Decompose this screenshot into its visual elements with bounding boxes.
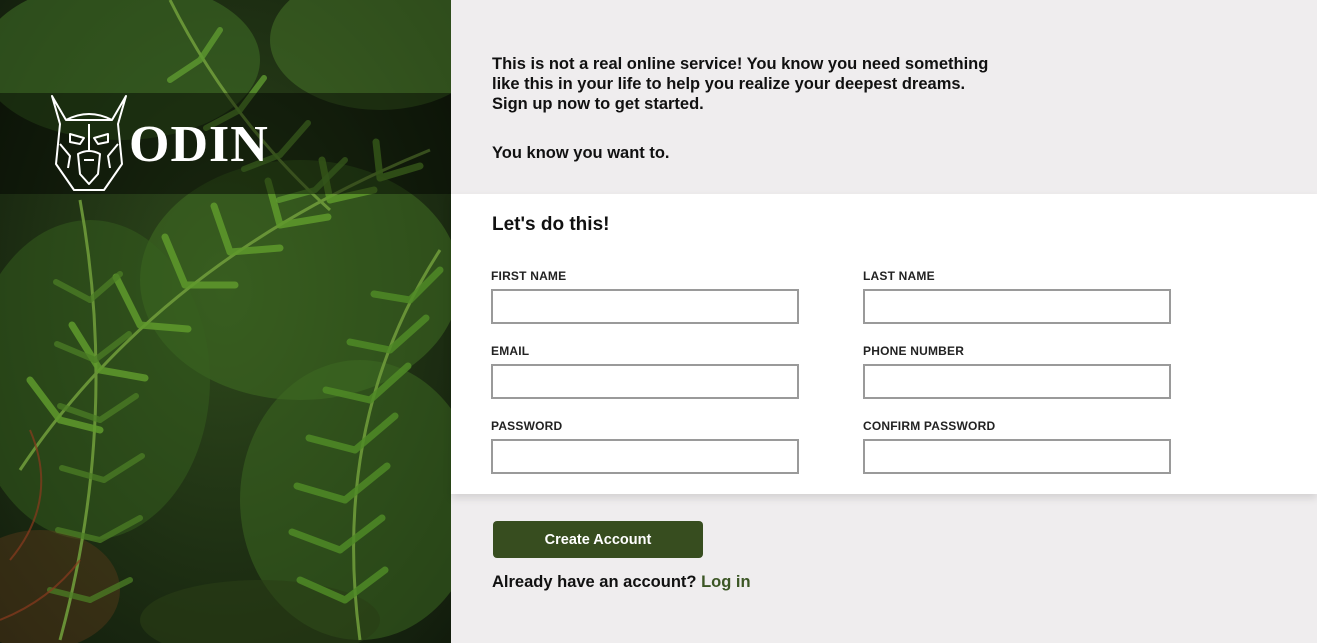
last-name-input[interactable] xyxy=(863,289,1171,324)
intro-tagline: You know you want to. xyxy=(492,144,670,162)
odin-helmet-logo-icon xyxy=(51,95,127,191)
confirm-password-field-group: CONFIRM PASSWORD xyxy=(863,419,1171,474)
password-field-group: PASSWORD xyxy=(491,419,799,474)
phone-number-input[interactable] xyxy=(863,364,1171,399)
intro-line: like this in your life to help you reali… xyxy=(492,75,966,93)
form-title: Let's do this! xyxy=(492,214,610,235)
email-label: EMAIL xyxy=(491,344,530,358)
brand-name: ODIN xyxy=(129,116,269,173)
signup-page: ODIN This is not a real online service! … xyxy=(0,0,1317,643)
email-field-group: EMAIL xyxy=(491,344,799,399)
signup-content-panel: This is not a real online service! You k… xyxy=(451,0,1317,643)
login-prompt-text: Already have an account? xyxy=(492,573,697,591)
login-prompt: Already have an account? Log in xyxy=(492,573,751,592)
last-name-field-group: LAST NAME xyxy=(863,269,1171,324)
confirm-password-input[interactable] xyxy=(863,439,1171,474)
phone-field-group: PHONE NUMBER xyxy=(863,344,1171,399)
email-input[interactable] xyxy=(491,364,799,399)
signup-form: Let's do this! FIRST NAME LAST NAME EMAI… xyxy=(451,194,1317,494)
password-label: PASSWORD xyxy=(491,419,563,433)
create-account-button[interactable]: Create Account xyxy=(493,521,703,558)
last-name-label: LAST NAME xyxy=(863,269,935,283)
login-link[interactable]: Log in xyxy=(701,573,750,591)
hero-image-panel: ODIN xyxy=(0,0,451,643)
password-input[interactable] xyxy=(491,439,799,474)
first-name-field-group: FIRST NAME xyxy=(491,269,799,324)
first-name-label: FIRST NAME xyxy=(491,269,567,283)
intro-line: Sign up now to get started. xyxy=(492,95,704,113)
phone-number-label: PHONE NUMBER xyxy=(863,344,965,358)
first-name-input[interactable] xyxy=(491,289,799,324)
intro-line: This is not a real online service! You k… xyxy=(492,55,989,73)
intro-paragraph: This is not a real online service! You k… xyxy=(492,54,1032,114)
confirm-password-label: CONFIRM PASSWORD xyxy=(863,419,996,433)
